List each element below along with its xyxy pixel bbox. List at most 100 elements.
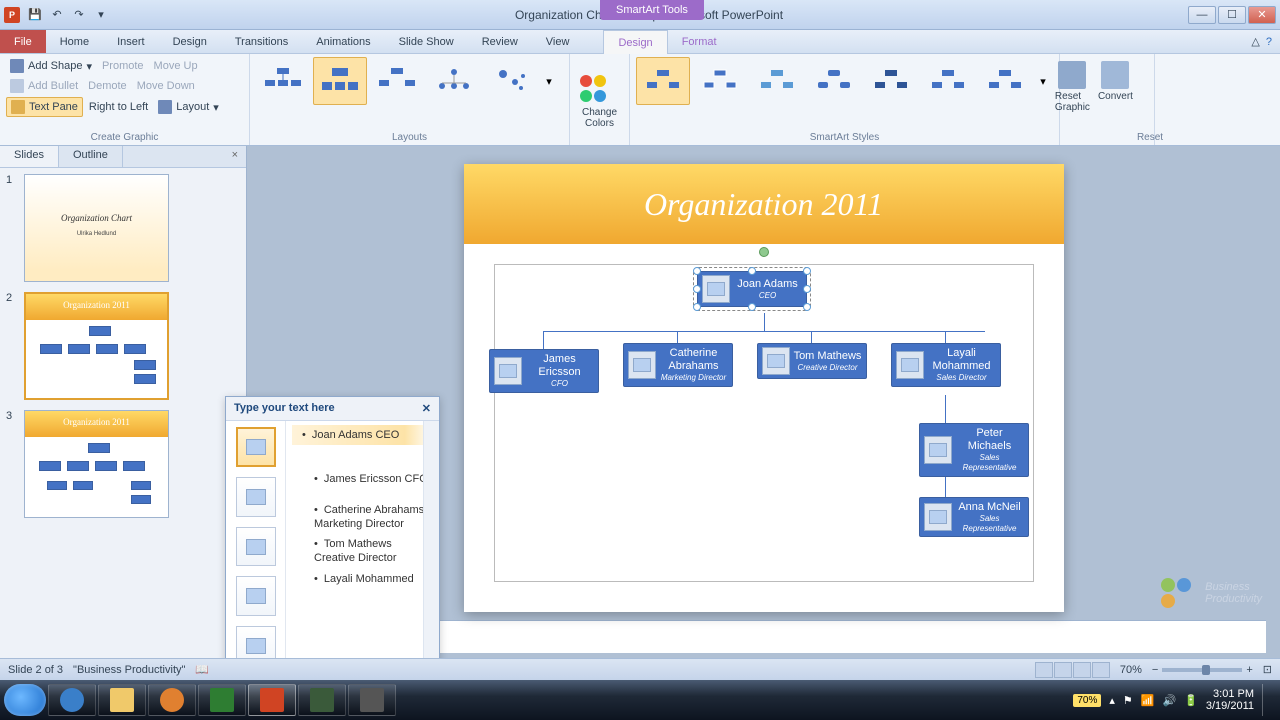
tab-slideshow[interactable]: Slide Show	[385, 30, 468, 53]
promote-button[interactable]: Promote	[98, 57, 148, 75]
help-icon[interactable]: ?	[1266, 36, 1272, 48]
style-option[interactable]	[864, 57, 918, 105]
tab-smartart-design[interactable]: Design	[603, 30, 667, 54]
panel-tab-outline[interactable]: Outline	[59, 146, 123, 167]
layout-option[interactable]	[370, 57, 424, 105]
view-slideshow-button[interactable]	[1092, 662, 1110, 678]
styles-more-button[interactable]: ▾	[1035, 57, 1051, 105]
slide-title[interactable]: Organization 2011	[644, 186, 883, 223]
tray-volume-icon[interactable]: 🔊	[1162, 694, 1176, 707]
minimize-ribbon-icon[interactable]: △	[1251, 35, 1259, 48]
tray-network-icon[interactable]: 📶	[1141, 694, 1155, 707]
text-pane-item[interactable]: Layali Mohammed	[292, 569, 433, 589]
start-button[interactable]	[4, 684, 46, 716]
view-sorter-button[interactable]	[1054, 662, 1072, 678]
layout-option[interactable]	[427, 57, 481, 105]
org-node[interactable]: Tom MathewsCreative Director	[757, 343, 867, 379]
battery-indicator[interactable]: 70%	[1073, 694, 1101, 707]
style-option-selected[interactable]	[636, 57, 690, 105]
close-button[interactable]: ✕	[1248, 6, 1276, 24]
text-pane-button[interactable]: Text Pane	[6, 97, 83, 117]
tab-file[interactable]: File	[0, 30, 46, 53]
tray-flag-icon[interactable]: ⚑	[1123, 694, 1133, 707]
show-desktop-button[interactable]	[1262, 684, 1270, 716]
tab-insert[interactable]: Insert	[103, 30, 159, 53]
text-pane-item[interactable]: Catherine Abrahams Marketing Director	[292, 500, 433, 535]
org-node[interactable]: Layali MohammedSales Director	[891, 343, 1001, 387]
panel-tab-slides[interactable]: Slides	[0, 146, 59, 167]
zoom-level[interactable]: 70%	[1120, 664, 1142, 676]
taskbar-item-excel[interactable]	[198, 684, 246, 716]
layout-button[interactable]: Layout ▾	[154, 97, 223, 117]
rotation-handle-icon[interactable]	[759, 247, 769, 257]
style-option[interactable]	[693, 57, 747, 105]
panel-close-button[interactable]: ×	[224, 146, 246, 167]
slide[interactable]: Organization 2011	[464, 164, 1064, 612]
smartart-container[interactable]: Joan AdamsCEO James EricssonCFO Catherin…	[494, 264, 1034, 582]
text-pane-item[interactable]: James Ericsson CFO	[292, 469, 433, 489]
tab-home[interactable]: Home	[46, 30, 103, 53]
smartart-text-pane[interactable]: Type your text here✕ Joan Adams CEO Jame…	[225, 396, 440, 658]
taskbar-item-media[interactable]	[148, 684, 196, 716]
add-shape-button[interactable]: Add Shape ▾	[6, 57, 96, 75]
qat-redo-icon[interactable]: ↷	[70, 6, 88, 24]
tab-view[interactable]: View	[532, 30, 584, 53]
slide-thumbnail-2[interactable]: Organization 2011	[24, 292, 169, 400]
fit-window-button[interactable]: ⊡	[1263, 663, 1272, 676]
text-pane-picture[interactable]	[236, 427, 276, 467]
slide-thumbnail-3[interactable]: Organization 2011	[24, 410, 169, 518]
tab-design[interactable]: Design	[159, 30, 221, 53]
tab-transitions[interactable]: Transitions	[221, 30, 302, 53]
view-normal-button[interactable]	[1035, 662, 1053, 678]
org-node[interactable]: James EricssonCFO	[489, 349, 599, 393]
style-option[interactable]	[978, 57, 1032, 105]
add-bullet-button[interactable]: Add Bullet	[6, 77, 82, 95]
layout-option[interactable]	[256, 57, 310, 105]
layout-option[interactable]	[484, 57, 538, 105]
demote-button[interactable]: Demote	[84, 77, 131, 95]
text-pane-picture[interactable]	[236, 477, 276, 517]
taskbar-item-app[interactable]	[298, 684, 346, 716]
text-pane-close-icon[interactable]: ✕	[422, 402, 431, 415]
org-node[interactable]: Anna McNeilSales Representative	[919, 497, 1029, 537]
view-reading-button[interactable]	[1073, 662, 1091, 678]
text-pane-picture[interactable]	[236, 527, 276, 567]
text-pane-picture[interactable]	[236, 626, 276, 658]
qat-save-icon[interactable]: 💾	[26, 6, 44, 24]
tab-animations[interactable]: Animations	[302, 30, 384, 53]
style-option[interactable]	[807, 57, 861, 105]
tab-smartart-format[interactable]: Format	[668, 30, 731, 53]
layouts-more-button[interactable]: ▾	[541, 57, 557, 105]
tab-review[interactable]: Review	[468, 30, 532, 53]
qat-undo-icon[interactable]: ↶	[48, 6, 66, 24]
org-node[interactable]: Catherine AbrahamsMarketing Director	[623, 343, 733, 387]
move-up-button[interactable]: Move Up	[150, 57, 202, 75]
text-pane-list[interactable]: Joan Adams CEO James Ericsson CFO Cather…	[286, 421, 439, 658]
text-pane-item[interactable]: Tom Mathews Creative Director	[292, 534, 433, 569]
convert-button[interactable]: Convert	[1094, 57, 1137, 143]
taskbar-item-app[interactable]	[348, 684, 396, 716]
taskbar-item-powerpoint[interactable]	[248, 684, 296, 716]
layout-option-selected[interactable]	[313, 57, 367, 105]
text-pane-item[interactable]: Joan Adams CEO	[292, 425, 433, 445]
taskbar-item-explorer[interactable]	[98, 684, 146, 716]
minimize-button[interactable]: —	[1188, 6, 1216, 24]
spellcheck-icon[interactable]: 📖	[195, 663, 209, 676]
zoom-slider[interactable]: − +	[1152, 664, 1253, 676]
maximize-button[interactable]: ☐	[1218, 6, 1246, 24]
zoom-in-button[interactable]: +	[1246, 664, 1252, 676]
slide-thumbnail-1[interactable]: Organization Chart Ulrika Hedlund	[24, 174, 169, 282]
tray-icon[interactable]: ▴	[1109, 694, 1115, 707]
style-option[interactable]	[750, 57, 804, 105]
qat-dropdown-icon[interactable]: ▾	[92, 6, 110, 24]
zoom-out-button[interactable]: −	[1152, 664, 1158, 676]
tray-power-icon[interactable]: 🔋	[1184, 694, 1198, 707]
org-node[interactable]: Peter MichaelsSales Representative	[919, 423, 1029, 477]
taskbar-item-ie[interactable]	[48, 684, 96, 716]
scrollbar[interactable]	[423, 421, 439, 658]
rtl-button[interactable]: Right to Left	[85, 97, 152, 117]
move-down-button[interactable]: Move Down	[133, 77, 199, 95]
change-colors-button[interactable]: Change Colors	[576, 71, 623, 129]
text-pane-picture[interactable]	[236, 576, 276, 616]
org-node-ceo[interactable]: Joan AdamsCEO	[697, 271, 807, 307]
